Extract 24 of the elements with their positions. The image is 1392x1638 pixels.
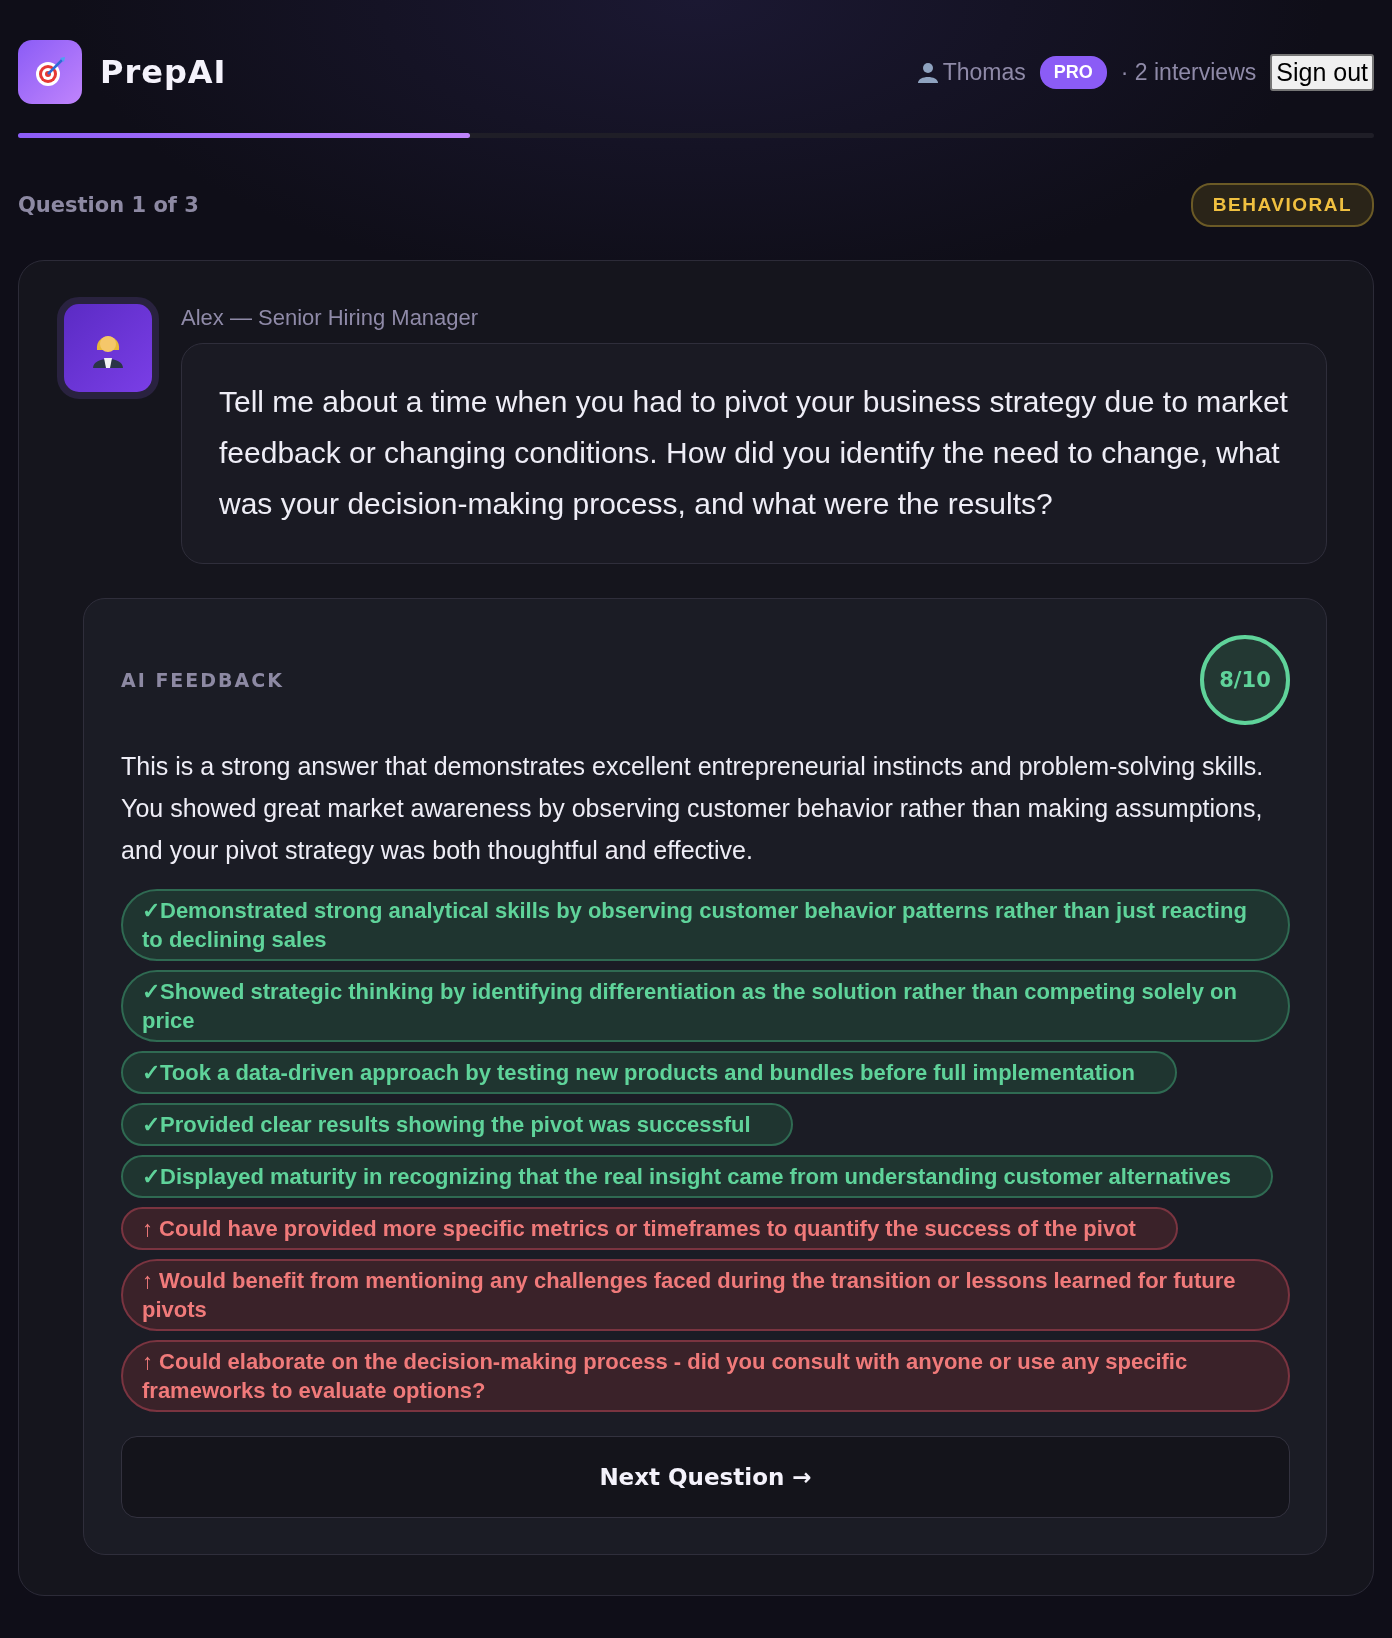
avatar-icon [57,297,159,399]
user-icon [916,61,939,83]
user-name: Thomas [942,58,1026,86]
logo-icon [18,40,82,104]
feedback-title: AI FEEDBACK [121,669,284,691]
improvement-tag: ↑ Could have provided more specific metrics or timeframes to quantify the success of the pivot [121,1207,1178,1250]
improvement-tag: ↑ Could elaborate on the decision-making process - did you consult with anyone or use any specific frameworks to evaluate options? [121,1340,1290,1412]
question-counter: Question 1 of 3 [18,193,199,217]
improvement-tag: ↑ Would benefit from mentioning any challenges faced during the transition or lessons learned for future pivots [121,1259,1290,1331]
strength-tag: ✓Provided clear results showing the pivot was successful [121,1103,793,1146]
sign-out-button[interactable]: Sign out [1270,53,1374,91]
brand-name: PrepAI [100,53,227,91]
strength-tag: ✓Showed strategic thinking by identifying differentiation as the solution rather than competing solely on price [121,970,1290,1042]
score-badge: 8/10 [1200,635,1290,725]
plan-badge: PRO [1039,55,1107,89]
category-badge: BEHAVIORAL [1190,183,1374,227]
next-question-button[interactable]: Next Question → [121,1436,1290,1518]
interview-count: · 2 interviews [1120,58,1257,86]
strength-tag: ✓Demonstrated strong analytical skills by observing customer behavior patterns rather than just reacting to declining sales [121,889,1290,961]
interviewer-name: Alex — Senior Hiring Manager [181,305,480,331]
strength-tag: ✓Took a data-driven approach by testing new products and bundles before full implementation [121,1051,1178,1094]
feedback-summary: This is a strong answer that demonstrates excellent entrepreneurial instincts and problem-solving skills. You showed great market awareness by observing customer behavior rather than making assumptions, and your pivot strategy was both thoughtful and effective. [121,751,1265,866]
strength-tag: ✓Displayed maturity in recognizing that the real insight came from understanding customer alternatives [121,1155,1273,1198]
question-text: Tell me about a time when you had to pivot your business strategy due to market feedback or changing conditions. How did you identify the need to change, what was your decision-making process, and what were the results? [181,343,1327,564]
